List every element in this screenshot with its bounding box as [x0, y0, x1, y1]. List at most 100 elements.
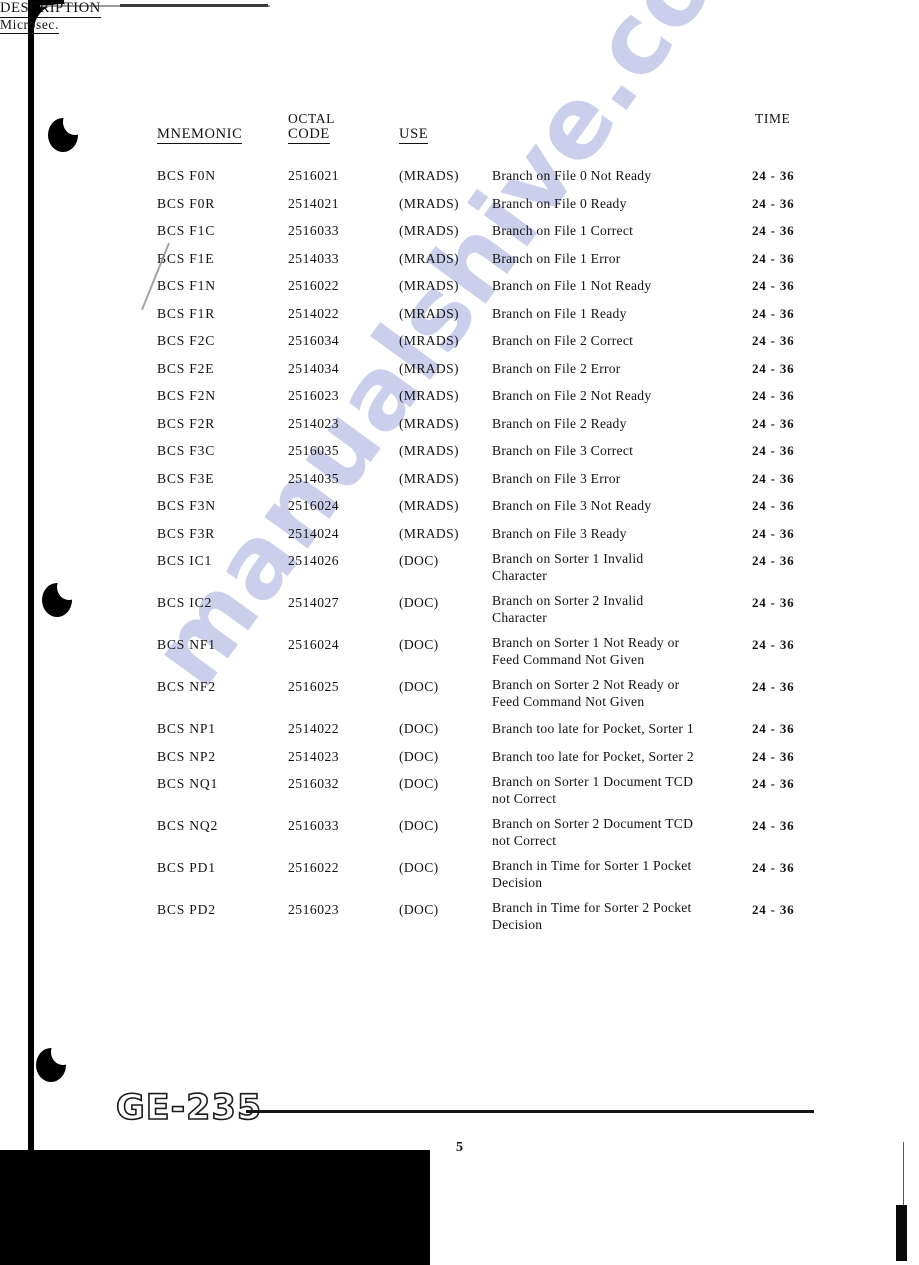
cell-octal-code: 2514023 — [288, 748, 340, 764]
description-line-2: Character — [492, 610, 548, 625]
cell-description: Branch in Time for Sorter 1 Pocket Decisi… — [492, 858, 742, 890]
cell-mnemonic: BCS F1C — [157, 223, 216, 238]
ge-235-logo: GE-235 — [115, 1087, 263, 1129]
cell-description: Branch too late for Pocket, Sorter 2 — [492, 749, 742, 764]
cell-time: 24 - 36 — [752, 305, 795, 321]
cell-mnemonic: BCS F1E — [157, 250, 215, 266]
description-line-1: Branch too late for Pocket, Sorter 2 — [492, 748, 694, 764]
cell-use: (DOC) — [399, 553, 439, 568]
cell-description: Branch on File 0 Not Ready — [492, 168, 742, 183]
cell-description: Branch on File 2 Not Ready — [492, 388, 742, 403]
cell-description: Branch on File 3 Not Ready — [492, 498, 742, 513]
cell-use: (MRADS) — [399, 525, 459, 541]
handwritten-pen-mark — [141, 242, 170, 311]
cell-mnemonic: BCS NP2 — [157, 748, 216, 764]
description-line-1: Branch on Sorter 1 Document TCD — [492, 774, 694, 789]
cell-time: 24 - 36 — [752, 679, 795, 694]
cell-description: Branch on Sorter 2 Not Ready or Feed Comm… — [492, 677, 742, 709]
description-line-1: Branch on File 2 Ready — [492, 415, 627, 431]
cell-description: Branch on File 2 Error — [492, 361, 742, 376]
description-line-1: Branch on File 2 Not Ready — [492, 388, 652, 403]
description-line-2: Decision — [492, 875, 543, 890]
description-line-2: not Correct — [492, 791, 557, 806]
footer-rule — [246, 1110, 814, 1113]
cell-time: 24 - 36 — [752, 860, 795, 875]
scan-mark-bottom-right — [896, 1205, 907, 1261]
cell-octal-code: 2516024 — [288, 498, 340, 513]
cell-octal-code: 2516022 — [288, 860, 340, 875]
cell-time: 24 - 36 — [752, 195, 795, 211]
cell-use: (DOC) — [399, 637, 439, 652]
cell-octal-code: 2514035 — [288, 470, 340, 486]
cell-description: Branch too late for Pocket, Sorter 1 — [492, 721, 742, 736]
cell-time: 24 - 36 — [752, 525, 795, 541]
cell-use: (DOC) — [399, 721, 439, 736]
cell-octal-code: 2516034 — [288, 333, 340, 348]
cell-use: (MRADS) — [399, 195, 459, 211]
cell-time: 24 - 36 — [752, 721, 795, 736]
description-line-1: Branch on File 0 Not Ready — [492, 168, 652, 183]
cell-time: 24 - 36 — [752, 415, 795, 431]
cell-mnemonic: BCS IC1 — [157, 553, 213, 568]
cell-use: (MRADS) — [399, 223, 459, 238]
cell-octal-code: 2514021 — [288, 195, 340, 211]
column-header-description: DESCRIPTION — [0, 0, 101, 18]
description-line-1: Branch too late for Pocket, Sorter 1 — [492, 721, 694, 736]
cell-description: Branch on File 0 Ready — [492, 196, 742, 211]
cell-use: (MRADS) — [399, 360, 459, 376]
cell-description: Branch on File 2 Ready — [492, 416, 742, 431]
cell-description: Branch on Sorter 2 Invalid Character — [492, 593, 742, 625]
cell-mnemonic: BCS F1R — [157, 305, 216, 321]
description-line-1: Branch on File 1 Ready — [492, 305, 627, 321]
cell-mnemonic: BCS F1N — [157, 278, 216, 293]
cell-use: (DOC) — [399, 860, 439, 875]
description-line-2: Character — [492, 568, 548, 583]
cell-use: (MRADS) — [399, 470, 459, 486]
cell-use: (DOC) — [399, 818, 439, 833]
cell-time: 24 - 36 — [752, 388, 795, 403]
description-line-1: Branch on Sorter 2 Not Ready or — [492, 677, 680, 692]
description-line-1: Branch on Sorter 2 Invalid — [492, 593, 644, 608]
scanned-page: manualshive.com MNEMONIC OCTAL CODE USE … — [0, 0, 919, 1265]
cell-time: 24 - 36 — [752, 278, 795, 293]
cell-time: 24 - 36 — [752, 333, 795, 348]
description-line-1: Branch on File 1 Error — [492, 250, 621, 266]
cell-time: 24 - 36 — [752, 250, 795, 266]
cell-time: 24 - 36 — [752, 360, 795, 376]
cell-description: Branch on File 1 Error — [492, 251, 742, 266]
column-header-mnemonic: MNEMONIC — [157, 126, 243, 144]
cell-mnemonic: BCS F2R — [157, 415, 216, 431]
cell-description: Branch on File 1 Correct — [492, 223, 742, 238]
cell-octal-code: 2516023 — [288, 388, 340, 403]
cell-description: Branch on File 3 Error — [492, 471, 742, 486]
description-line-1: Branch in Time for Sorter 2 Pocket — [492, 900, 692, 915]
cell-use: (MRADS) — [399, 278, 459, 293]
cell-description: Branch on File 2 Correct — [492, 333, 742, 348]
description-line-1: Branch on File 0 Ready — [492, 195, 627, 211]
column-header-use: USE — [399, 126, 429, 144]
cell-time: 24 - 36 — [752, 776, 795, 791]
cell-time: 24 - 36 — [752, 443, 795, 458]
column-header-time-line1: TIME — [755, 111, 791, 126]
page-number: 5 — [456, 1140, 463, 1155]
description-line-1: Branch on File 3 Correct — [492, 443, 634, 458]
cell-time: 24 - 36 — [752, 818, 795, 833]
cell-octal-code: 2514022 — [288, 305, 340, 321]
cell-use: (MRADS) — [399, 498, 459, 513]
cell-description: Branch on Sorter 1 Document TCD not Corre… — [492, 774, 742, 806]
cell-time: 24 - 36 — [752, 223, 795, 238]
cell-octal-code: 2516023 — [288, 902, 340, 917]
cell-octal-code: 2514034 — [288, 360, 340, 376]
cell-mnemonic: BCS NF1 — [157, 637, 216, 652]
cell-mnemonic: BCS NF2 — [157, 679, 216, 694]
cell-time: 24 - 36 — [752, 498, 795, 513]
cell-octal-code: 2514027 — [288, 595, 340, 610]
cell-mnemonic: BCS PD2 — [157, 902, 216, 917]
cell-octal-code: 2516024 — [288, 637, 340, 652]
cell-use: (MRADS) — [399, 333, 459, 348]
cell-time: 24 - 36 — [752, 902, 795, 917]
cell-mnemonic: BCS F2E — [157, 360, 215, 376]
cell-mnemonic: BCS IC2 — [157, 595, 213, 610]
cell-octal-code: 2516035 — [288, 443, 340, 458]
description-line-2: Feed Command Not Given — [492, 652, 645, 667]
